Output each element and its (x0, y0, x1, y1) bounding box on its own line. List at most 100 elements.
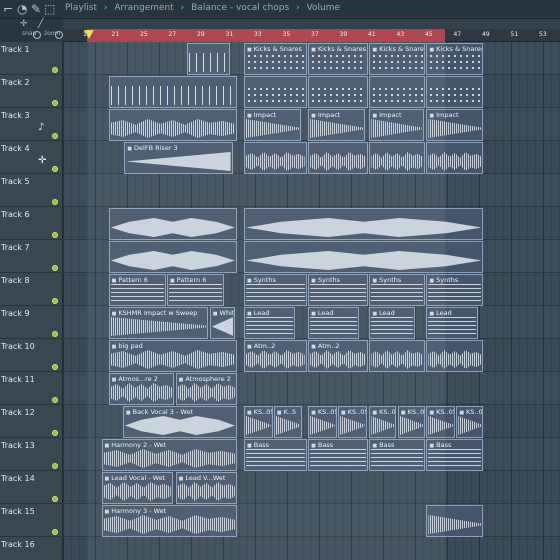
clip[interactable]: Harmony 3 - Wet (101, 505, 237, 537)
clip[interactable] (426, 505, 484, 537)
track-lane[interactable] (63, 174, 560, 207)
track-enable-toggle[interactable] (52, 133, 58, 139)
clip[interactable]: Kicks & Snares (244, 43, 307, 75)
track-header[interactable]: Track 13 (0, 438, 63, 471)
track-header[interactable]: Track 12 (0, 405, 63, 438)
clip[interactable]: Lead V...Wet (175, 472, 237, 504)
track-enable-toggle[interactable] (52, 67, 58, 73)
track-enable-toggle[interactable] (52, 265, 58, 271)
clip[interactable]: KS..05 (456, 406, 484, 438)
track-header[interactable]: Track 6 (0, 207, 63, 240)
breadcrumb-item[interactable]: Playlist (65, 3, 97, 13)
clip[interactable]: Atmos...re 2 (108, 373, 175, 405)
track-enable-toggle[interactable] (52, 463, 58, 469)
snap-toggle[interactable] (33, 31, 41, 39)
track-name[interactable]: Track 8 (1, 276, 30, 285)
track-name[interactable]: Track 12 (1, 408, 35, 417)
clip[interactable]: KS..05 (369, 406, 397, 438)
track-header[interactable]: Track 14 (0, 471, 63, 504)
clip[interactable]: KS..05 (338, 406, 367, 438)
clip[interactable]: Synths (369, 274, 425, 306)
clip[interactable]: Lead Vocal - Wet (101, 472, 173, 504)
clip[interactable]: Impact (244, 109, 301, 141)
clip[interactable]: Atm..2 (244, 340, 307, 372)
clip[interactable]: Pattern 6 (167, 274, 225, 306)
clip[interactable] (308, 142, 368, 174)
track-name[interactable]: Track 4 (1, 144, 30, 153)
track-name[interactable]: Track 2 (1, 78, 30, 87)
clip[interactable]: DelFB Riser 3 (124, 142, 233, 174)
pencil-icon[interactable]: ✎ (31, 2, 41, 16)
breadcrumb-item[interactable]: Arrangement (114, 3, 173, 13)
track-enable-toggle[interactable] (52, 397, 58, 403)
clip[interactable]: Bass (308, 439, 368, 471)
zoom-icon[interactable]: ◔ (17, 2, 27, 16)
clip[interactable] (108, 76, 237, 108)
clip[interactable] (369, 340, 425, 372)
clip[interactable] (187, 43, 230, 75)
clip[interactable]: Impact (426, 109, 484, 141)
snap-icon[interactable]: ⌐ (3, 2, 13, 16)
track-header[interactable]: Track 10 (0, 339, 63, 372)
track-name[interactable]: Track 11 (1, 375, 35, 384)
track-enable-toggle[interactable] (52, 529, 58, 535)
clip[interactable]: Bass (426, 439, 484, 471)
arrangement-grid[interactable]: Kicks & SnaresKicks & SnaresKicks & Snar… (63, 42, 560, 560)
zoom-toggle[interactable] (55, 31, 63, 39)
clip[interactable]: Back Vocal 3 - Wet (122, 406, 237, 438)
clip[interactable]: Pattern 6 (108, 274, 166, 306)
track-enable-toggle[interactable] (52, 430, 58, 436)
clip[interactable] (308, 76, 368, 108)
track-name[interactable]: Track 7 (1, 243, 30, 252)
track-name[interactable]: Track 16 (1, 540, 35, 549)
breadcrumb-item[interactable]: Balance - vocal chops (191, 3, 289, 13)
clip[interactable] (426, 340, 484, 372)
clip[interactable]: Bass (369, 439, 425, 471)
clip[interactable]: Whit..ise (209, 307, 236, 339)
clip[interactable] (369, 142, 425, 174)
track-enable-toggle[interactable] (52, 298, 58, 304)
select-icon[interactable]: ⬚ (44, 2, 55, 16)
track-name[interactable]: Track 6 (1, 210, 30, 219)
clip[interactable] (244, 142, 307, 174)
clip[interactable]: big pad (108, 340, 237, 372)
clip[interactable] (244, 208, 484, 240)
track-enable-toggle[interactable] (52, 199, 58, 205)
track-header[interactable]: Track 2 (0, 75, 63, 108)
clip[interactable]: Bass (244, 439, 307, 471)
clip[interactable] (426, 142, 484, 174)
track-enable-toggle[interactable] (52, 331, 58, 337)
clip[interactable] (369, 76, 425, 108)
clip[interactable]: Lead (244, 307, 296, 339)
clip[interactable] (108, 241, 237, 273)
track-enable-toggle[interactable] (52, 100, 58, 106)
clip[interactable] (108, 208, 237, 240)
breadcrumb-item[interactable]: Volume (307, 3, 340, 13)
clip[interactable] (244, 76, 307, 108)
clip[interactable]: Impact (369, 109, 424, 141)
track-header[interactable]: Track 16 (0, 537, 63, 560)
track-enable-toggle[interactable] (52, 166, 58, 172)
clip[interactable]: KS..05 (426, 406, 455, 438)
clip[interactable]: Synths (244, 274, 307, 306)
track-name[interactable]: Track 9 (1, 309, 30, 318)
track-header[interactable]: Track 11 (0, 372, 63, 405)
track-name[interactable]: Track 13 (1, 441, 35, 450)
clip[interactable]: Lead (308, 307, 360, 339)
track-name[interactable]: Track 10 (1, 342, 35, 351)
track-name[interactable]: Track 14 (1, 474, 35, 483)
track-header[interactable]: Track 4 ✛ (0, 141, 63, 174)
clip[interactable]: KS..05 (244, 406, 273, 438)
clip[interactable] (244, 241, 484, 273)
clip[interactable] (426, 76, 484, 108)
clip[interactable]: Kicks & Snares (369, 43, 425, 75)
clip[interactable]: Kicks & Snares (426, 43, 484, 75)
clip[interactable]: K..5 (273, 406, 303, 438)
track-header[interactable]: Track 9 (0, 306, 63, 339)
clip[interactable]: Impact (308, 109, 366, 141)
track-name[interactable]: Track 5 (1, 177, 30, 186)
clip[interactable]: KS..05 (397, 406, 425, 438)
track-name[interactable]: Track 15 (1, 507, 35, 516)
clip[interactable]: Atmosphere 2 (175, 373, 237, 405)
track-enable-toggle[interactable] (52, 496, 58, 502)
